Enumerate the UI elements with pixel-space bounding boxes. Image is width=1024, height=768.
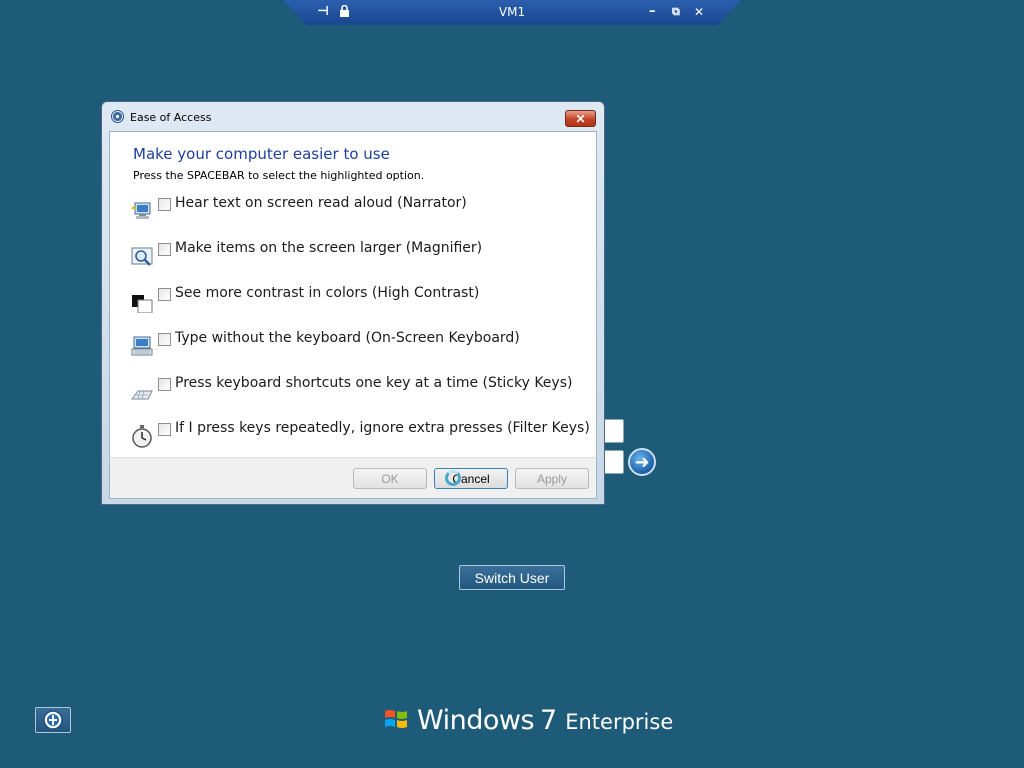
filter-keys-icon [132,425,152,448]
narrator-icon [131,202,151,219]
option-magnifier[interactable]: Make items on the screen larger (Magnifi… [130,240,590,270]
sticky-keys-icon [131,390,153,400]
busy-cursor-icon [445,470,461,486]
sticky-keys-checkbox[interactable] [158,378,171,391]
brand-version: 7 [540,705,558,736]
option-sticky-keys[interactable]: Press keyboard shortcuts one key at a ti… [130,375,590,405]
restore-button[interactable]: ⧉ [672,2,680,22]
minimize-button[interactable]: – [649,2,656,22]
option-label[interactable]: See more contrast in colors (High Contra… [175,285,479,301]
option-filter-keys[interactable]: If I press keys repeatedly, ignore extra… [130,420,590,450]
windows-logo-icon [385,710,407,728]
cancel-button[interactable]: Cancel [434,468,508,489]
narrator-checkbox[interactable] [158,198,171,211]
ease-of-access-icon [111,110,124,123]
login-arrow-button[interactable]: ➜ [628,448,656,476]
windows-branding: Windows 7 Enterprise [383,703,673,736]
option-label[interactable]: Make items on the screen larger (Magnifi… [175,240,482,256]
option-label[interactable]: Press keyboard shortcuts one key at a ti… [175,375,572,391]
vm-connection-bar: ⊣ VM1 – ⧉ ✕ [283,0,741,25]
option-label[interactable]: Hear text on screen read aloud (Narrator… [175,195,467,211]
filter-keys-checkbox[interactable] [158,423,171,436]
on-screen-keyboard-checkbox[interactable] [158,333,171,346]
dialog-hint: Press the SPACEBAR to select the highlig… [133,169,425,182]
option-narrator[interactable]: Hear text on screen read aloud (Narrator… [130,195,590,225]
vm-close-button[interactable]: ✕ [694,2,704,22]
dialog-content: Make your computer easier to use Press t… [109,131,597,457]
ease-of-access-button[interactable] [35,707,71,733]
option-on-screen-keyboard[interactable]: Type without the keyboard (On-Screen Key… [130,330,590,360]
ok-button[interactable]: OK [353,468,427,489]
high-contrast-checkbox[interactable] [158,288,171,301]
dialog-close-button[interactable]: ✕ [565,110,596,127]
dialog-heading: Make your computer easier to use [133,145,390,163]
option-high-contrast[interactable]: See more contrast in colors (High Contra… [130,285,590,315]
high-contrast-icon [132,295,153,313]
brand-windows: Windows [417,705,535,736]
ease-of-access-icon [43,710,63,730]
magnifier-checkbox[interactable] [158,243,171,256]
option-label[interactable]: Type without the keyboard (On-Screen Key… [175,330,520,346]
magnifier-icon [131,247,153,266]
apply-button[interactable]: Apply [515,468,589,489]
ease-of-access-dialog: Ease of Access ✕ Make your computer easi… [101,101,605,505]
switch-user-button[interactable]: Switch User [459,565,565,590]
on-screen-keyboard-icon [131,336,153,356]
brand-edition: Enterprise [565,710,674,734]
option-label[interactable]: If I press keys repeatedly, ignore extra… [175,420,590,436]
dialog-title: Ease of Access [130,111,212,124]
dialog-titlebar[interactable]: Ease of Access ✕ [102,102,604,130]
dialog-footer: OK Cancel Apply [109,457,597,499]
